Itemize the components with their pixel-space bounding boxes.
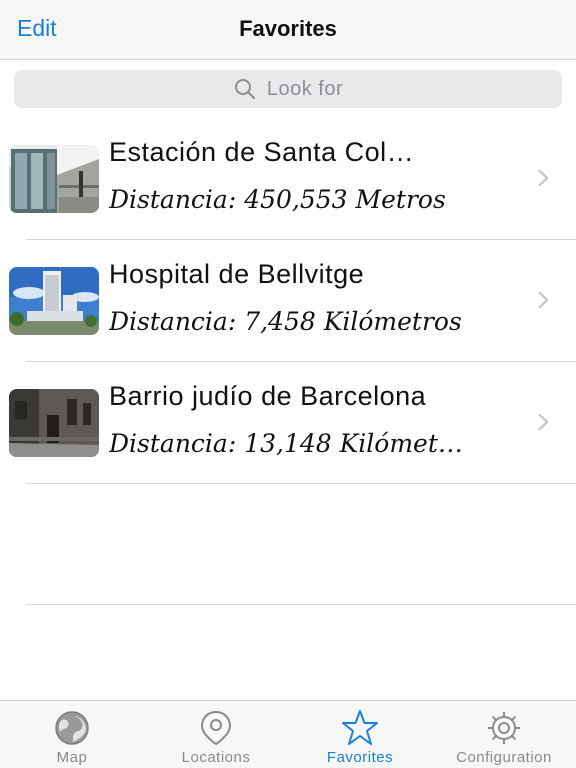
navigation-bar: Edit Favorites [0,0,576,60]
search-input[interactable]: Look for [14,70,562,108]
list-item[interactable]: Estación de Santa Col… Distancia: 450,55… [0,118,576,240]
star-icon [340,708,380,748]
tab-configuration[interactable]: Configuration [432,701,576,768]
row-separator [26,604,576,605]
hospital-photo [9,267,99,335]
tab-locations[interactable]: Locations [144,701,288,768]
gear-icon [484,708,524,748]
location-pin-icon [196,708,236,748]
tab-favorites[interactable]: Favorites [288,701,432,768]
list-item[interactable]: Hospital de Bellvitge Distancia: 7,458 K… [0,240,576,362]
tab-label: Locations [181,749,251,766]
favorite-distance: Distancia: 7,458 Kilómetros [109,307,462,336]
favorite-title: Barrio judío de Barcelona [109,381,427,411]
page-title: Favorites [239,16,337,41]
tab-label: Favorites [326,749,394,766]
favorite-distance: Distancia: 450,553 Metros [109,185,446,214]
tab-label: Configuration [456,749,552,766]
chevron-right-icon [538,291,549,309]
favorite-title: Estación de Santa Col… [109,137,415,167]
chevron-right-icon [538,413,549,431]
tab-map[interactable]: Map [0,701,144,768]
row-separator [26,483,576,484]
globe-icon [52,708,92,748]
street-photo [9,389,99,457]
search-icon [233,77,257,101]
favorites-list: Estación de Santa Col… Distancia: 450,55… [0,118,576,484]
list-item[interactable]: Barrio judío de Barcelona Distancia: 13,… [0,362,576,484]
tab-bar: Map Locations Favorites Configuration [0,700,576,768]
favorite-title: Hospital de Bellvitge [109,259,365,289]
chevron-right-icon [538,169,549,187]
favorite-distance: Distancia: 13,148 Kilómet… [109,429,463,458]
search-placeholder: Look for [266,77,344,100]
tab-label: Map [56,749,88,766]
station-photo [9,145,99,213]
